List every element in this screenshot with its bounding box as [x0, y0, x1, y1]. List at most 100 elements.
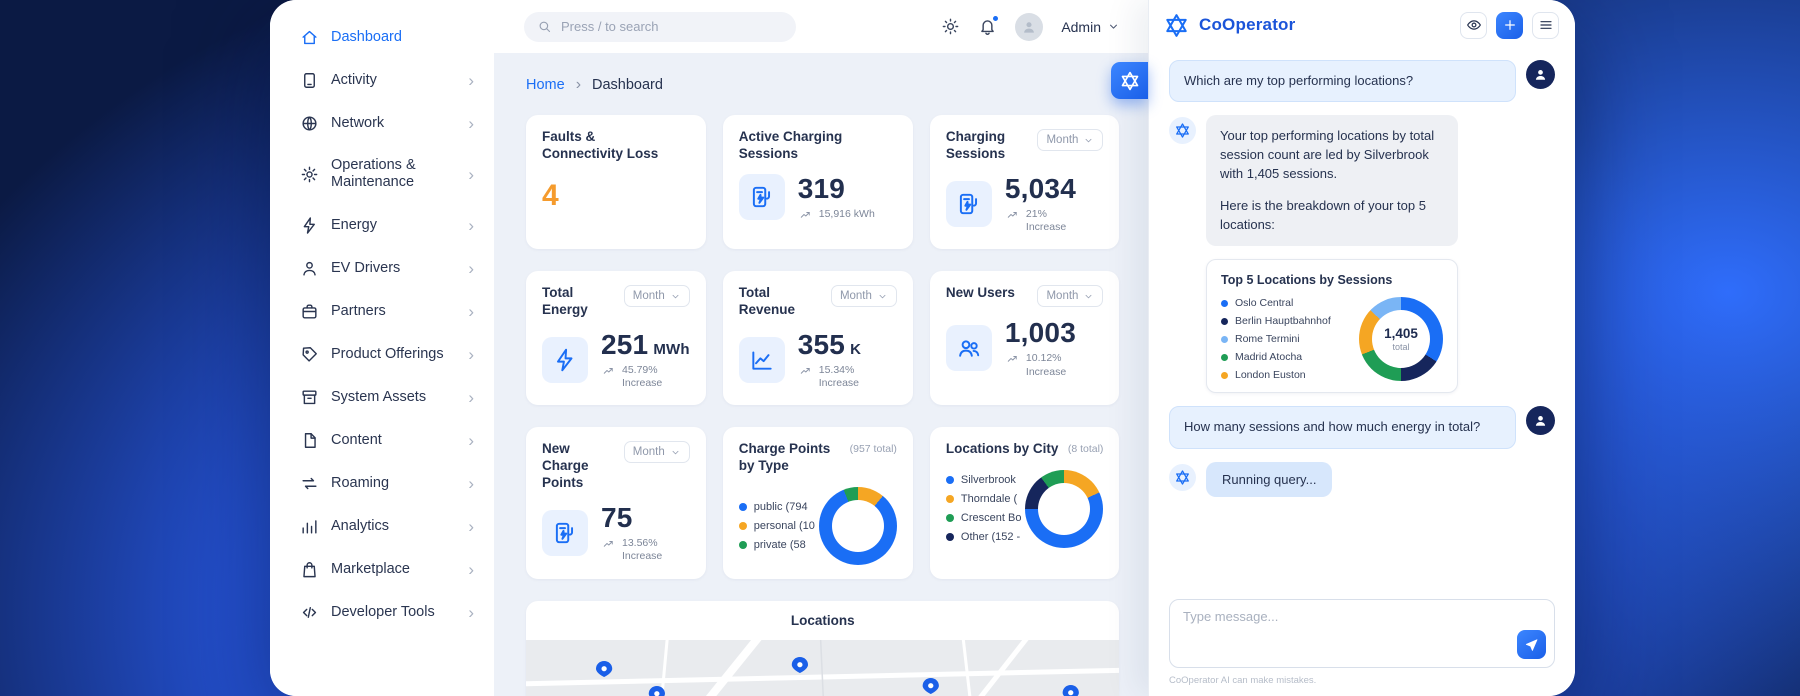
donut-center-value: 1,405 [1384, 325, 1418, 341]
charger-icon [738, 174, 785, 221]
sidebar-item-developer-tools[interactable]: Developer Tools › [270, 591, 494, 634]
bot-avatar [1169, 117, 1196, 145]
stat-value: 251 [601, 328, 649, 360]
sidebar-item-product-offerings[interactable]: Product Offerings › [270, 333, 494, 376]
eye-icon [1466, 17, 1482, 33]
legend-label: Crescent Bo [960, 512, 1022, 525]
theme-toggle-sun-icon[interactable] [941, 17, 960, 36]
sidebar-item-system-assets[interactable]: System Assets › [270, 376, 494, 419]
legend-label: personal (10 [753, 519, 815, 532]
notification-dot [992, 15, 1000, 22]
chevron-right-icon: › [468, 215, 474, 235]
user-menu[interactable]: Admin [1061, 19, 1120, 35]
partners-icon [300, 302, 319, 321]
send-button[interactable] [1517, 630, 1546, 659]
trend-up-icon [601, 538, 616, 550]
user-message-bubble: How many sessions and how much energy in… [1169, 406, 1516, 449]
notifications-bell-icon[interactable] [978, 15, 1000, 36]
sidebar-item-dashboard[interactable]: Dashboard › [270, 16, 494, 59]
card-charge-points-by-type: Charge Points by Type (957 total) public… [722, 427, 913, 579]
user-message-bubble: Which are my top performing locations? [1169, 60, 1516, 103]
cooperator-logo-icon [1174, 469, 1191, 486]
sidebar-item-network[interactable]: Network › [270, 102, 494, 145]
legend-item: personal (10 [738, 519, 815, 532]
legend: Silverbrook Thorndale (Crescent Bo Othe… [945, 474, 1022, 544]
sidebar-item-analytics[interactable]: Analytics › [270, 505, 494, 548]
card-total-energy: Total Energy Month 251 MWh 45.79% Increa… [526, 271, 706, 406]
card-faults-connectivity: Faults & Connectivity Loss 4 [526, 115, 706, 250]
charger-icon [945, 180, 992, 227]
gear-icon [300, 165, 319, 184]
cooperator-logo-icon [1163, 12, 1190, 39]
bot-message: Running query... [1169, 461, 1555, 497]
sidebar-item-marketplace[interactable]: Marketplace › [270, 548, 494, 591]
period-select[interactable]: Month [1037, 129, 1104, 151]
chevron-right-icon: › [468, 387, 474, 407]
trend-up-icon [1005, 353, 1020, 365]
sidebar-item-content[interactable]: Content › [270, 419, 494, 462]
message-input-box[interactable] [1169, 599, 1555, 668]
stat-unit: K [850, 340, 862, 358]
sidebar-item-roaming[interactable]: Roaming › [270, 462, 494, 505]
legend-dot [1221, 371, 1228, 379]
legend-dot [1221, 299, 1228, 307]
period-select[interactable]: Month [1037, 285, 1104, 308]
new-chat-button[interactable] [1496, 11, 1523, 39]
charge-points-donut-chart [818, 486, 897, 565]
stat-value: 75 [601, 501, 633, 533]
chat-toggle-button[interactable] [1111, 62, 1148, 99]
chevron-down-icon [877, 291, 888, 302]
bot-avatar [1169, 463, 1196, 491]
sidebar-item-activity[interactable]: Activity › [270, 59, 494, 102]
chevron-right-icon: › [468, 258, 474, 278]
legend-item: Silverbrook [945, 474, 1022, 486]
chat-menu-button[interactable] [1532, 11, 1559, 39]
sidebar-item-operations-maintenance[interactable]: Operations & Maintenance › [270, 145, 494, 204]
card-locations-by-city: Locations by City (8 total) Silverbrook [929, 427, 1120, 579]
card-total-revenue: Total Revenue Month 355 K 15.34% Increas… [722, 271, 913, 406]
locations-donut-chart [1025, 469, 1104, 548]
sidebar-item-label: Marketplace [331, 560, 410, 577]
total-note: (8 total) [1067, 443, 1104, 456]
avatar[interactable] [1015, 12, 1044, 41]
cooperator-chat-panel: CoOperator Which are my top performing l… [1148, 0, 1575, 696]
dashboard-content: Home › Dashboard Faults & Connectivity L… [494, 53, 1148, 696]
chevron-right-icon: › [468, 344, 474, 364]
legend-label: Rome Termini [1235, 333, 1300, 346]
donut-center-label: total [1392, 341, 1410, 352]
period-select[interactable]: Month [623, 441, 690, 464]
user-avatar [1526, 60, 1555, 89]
card-title: Total Energy [542, 285, 588, 317]
search-box[interactable] [524, 11, 796, 42]
chevron-right-icon: › [468, 602, 474, 622]
bolt-icon [300, 216, 319, 235]
roaming-icon [300, 474, 319, 493]
user-avatar [1526, 406, 1555, 436]
chat-chart-card: Top 5 Locations by Sessions Oslo Central [1206, 259, 1458, 394]
sidebar-item-partners[interactable]: Partners › [270, 290, 494, 333]
user-message: Which are my top performing locations? [1169, 60, 1555, 103]
send-icon [1524, 637, 1539, 652]
legend-label: Other (152 - [960, 531, 1021, 544]
legend-item: public (794 [738, 500, 815, 513]
sidebar-item-label: Activity [331, 71, 377, 88]
sidebar-item-label: Energy [331, 216, 377, 233]
message-input[interactable] [1183, 609, 1508, 653]
trend: 15.34% Increase [798, 364, 861, 391]
breadcrumb-home-link[interactable]: Home [526, 77, 565, 93]
chat-title: CoOperator [1199, 15, 1296, 34]
bolt-icon [542, 336, 588, 383]
period-select[interactable]: Month [830, 285, 897, 308]
sidebar-item-ev-drivers[interactable]: EV Drivers › [270, 247, 494, 290]
sidebar-item-energy[interactable]: Energy › [270, 204, 494, 247]
legend-item: Rome Termini [1221, 333, 1353, 345]
legend-label: public (794 [753, 500, 808, 513]
search-input[interactable] [561, 19, 783, 34]
chat-actions [1460, 11, 1559, 39]
charger-icon [542, 509, 588, 556]
period-select[interactable]: Month [623, 285, 690, 308]
view-button[interactable] [1460, 11, 1487, 39]
stat-value: 319 [797, 172, 846, 204]
locations-map[interactable] [526, 639, 1120, 696]
topbar: Admin [494, 0, 1148, 53]
